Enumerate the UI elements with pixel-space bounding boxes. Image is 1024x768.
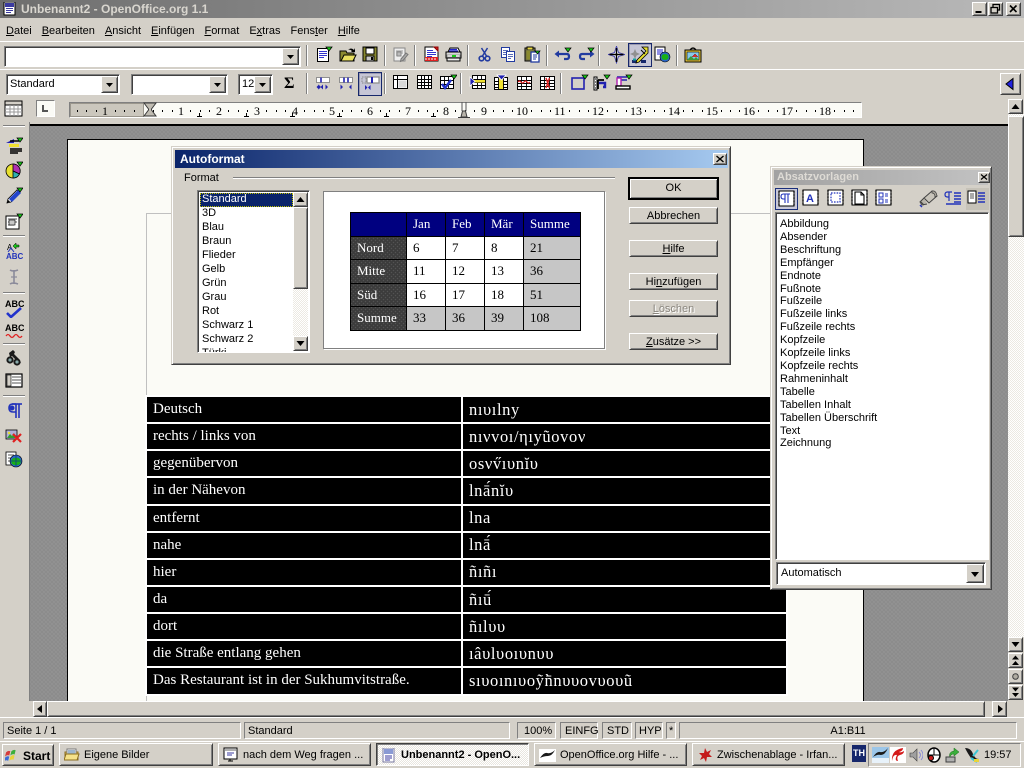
svg-text:ABC: ABC [5, 299, 24, 309]
svg-text:A: A [7, 243, 13, 252]
svg-text:ABC: ABC [5, 323, 24, 333]
svg-text:ABC: ABC [6, 252, 23, 261]
svg-text:A: A [806, 193, 814, 205]
